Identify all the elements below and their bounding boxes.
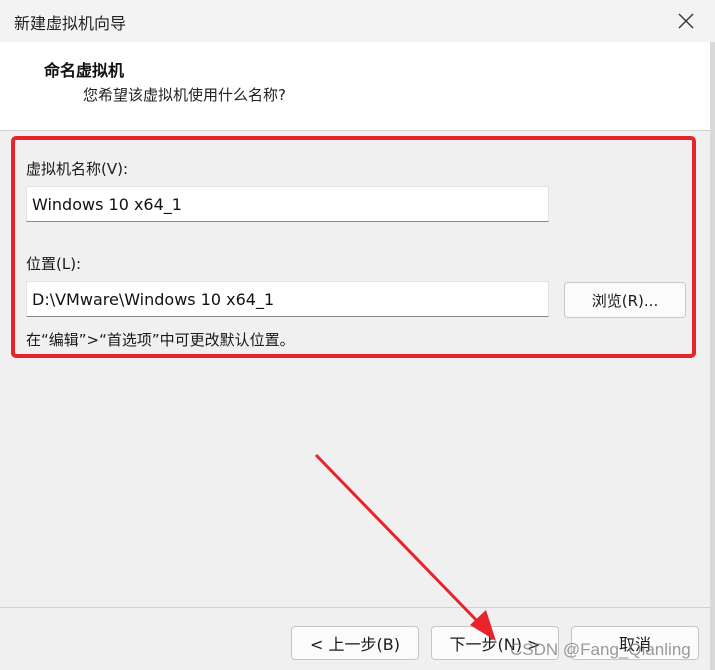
window-title: 新建虚拟机向导 xyxy=(14,14,127,33)
window-edge xyxy=(710,42,715,670)
close-icon[interactable] xyxy=(673,8,699,34)
highlight-box xyxy=(11,136,696,358)
back-button[interactable]: < 上一步(B) xyxy=(291,626,419,660)
wizard-header: 命名虚拟机 您希望该虚拟机使用什么名称? xyxy=(0,42,710,130)
title-bar: 新建虚拟机向导 xyxy=(0,0,715,42)
page-subtitle: 您希望该虚拟机使用什么名称? xyxy=(83,86,286,104)
watermark-text: CSDN @Fang_Qianling xyxy=(510,640,691,659)
page-title: 命名虚拟机 xyxy=(44,61,125,80)
